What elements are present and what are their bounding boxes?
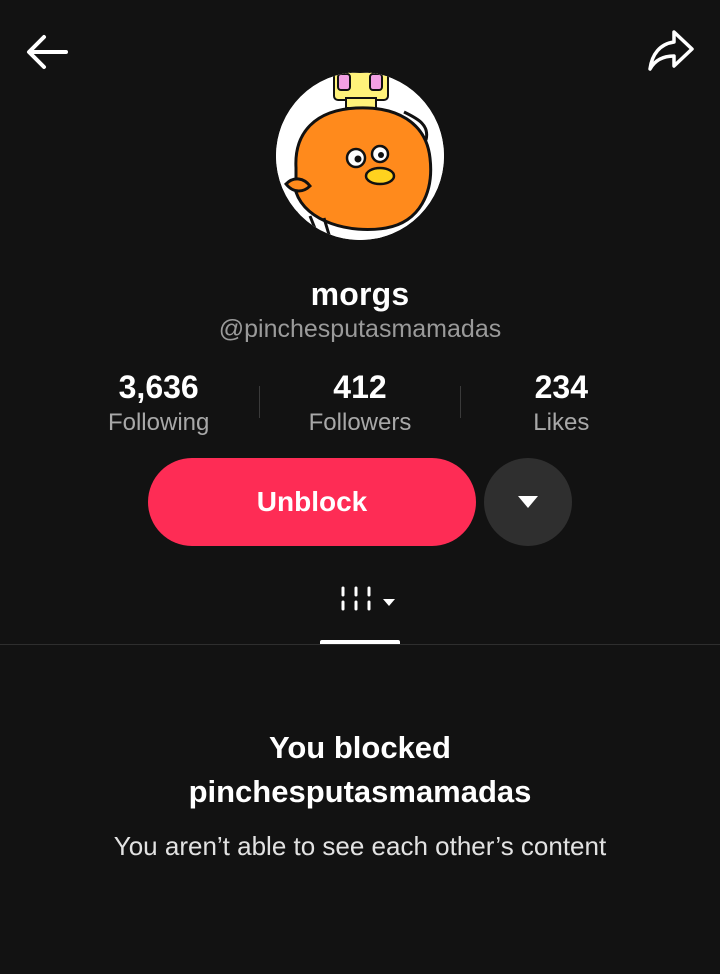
profile-stats: 3,636 Following 412 Followers 234 Likes (58, 366, 662, 438)
avatar[interactable] (276, 72, 444, 240)
content-tab-bar (0, 576, 720, 644)
display-name: morgs (310, 276, 410, 312)
triangle-down-icon (518, 496, 538, 508)
likes-count: 234 (534, 369, 589, 405)
share-arrow-icon (648, 30, 694, 71)
orange-bird-crown-avatar (276, 72, 444, 240)
likes-label: Likes (533, 409, 590, 436)
following-count: 3,636 (118, 369, 199, 405)
more-options-button[interactable] (484, 458, 572, 546)
following-label: Following (107, 409, 210, 436)
username: @pinchesputasmamadas (218, 315, 502, 343)
unblock-button[interactable]: Unblock (148, 458, 476, 546)
back-button[interactable] (22, 28, 74, 76)
blocked-title: You blocked pinchesputasmamadas (40, 726, 680, 814)
stat-following[interactable]: 3,636 Following (58, 366, 259, 438)
tab-separator (0, 644, 720, 645)
blocked-title-line-2: pinchesputasmamadas (188, 774, 532, 809)
blocked-message: You aren’t able to see each other’s cont… (113, 831, 607, 861)
share-button[interactable] (646, 26, 696, 76)
caret-down-icon (383, 599, 395, 606)
stat-followers[interactable]: 412 Followers (259, 366, 460, 438)
followers-label: Followers (308, 409, 412, 436)
tab-videos-grid[interactable] (320, 576, 400, 644)
followers-count: 412 (333, 369, 387, 405)
grid-icon (341, 586, 371, 611)
stat-likes[interactable]: 234 Likes (461, 366, 662, 438)
arrow-left-icon (27, 35, 68, 69)
blocked-title-line-1: You blocked (268, 730, 451, 765)
